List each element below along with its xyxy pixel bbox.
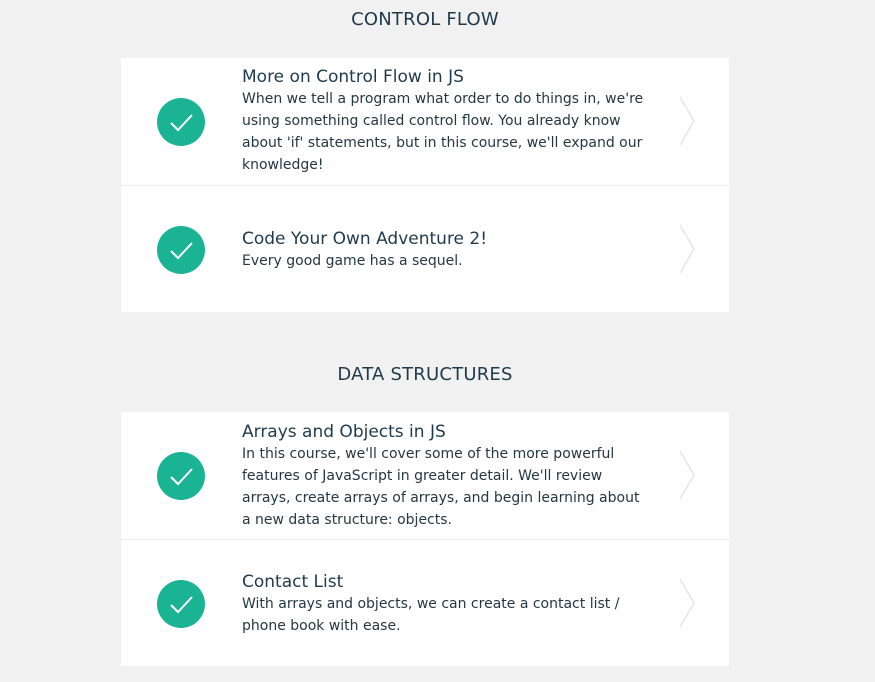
course-list-control-flow: More on Control Flow in JS When we tell …	[121, 58, 729, 312]
chevron-right-icon	[678, 95, 698, 147]
chevron-right-icon	[678, 223, 698, 275]
checkmark-icon	[157, 98, 205, 146]
course-item-adventure-2[interactable]: Code Your Own Adventure 2! Every good ga…	[121, 185, 729, 312]
section-title-data-structures: DATA STRUCTURES	[337, 364, 513, 385]
course-list-data-structures: Arrays and Objects in JS In this course,…	[121, 412, 729, 666]
course-item-control-flow[interactable]: More on Control Flow in JS When we tell …	[121, 58, 729, 185]
course-item-title: More on Control Flow in JS	[242, 67, 464, 87]
section-title-control-flow: CONTROL FLOW	[351, 9, 499, 30]
course-item-title: Arrays and Objects in JS	[242, 422, 446, 442]
course-item-arrays-objects[interactable]: Arrays and Objects in JS In this course,…	[121, 412, 729, 539]
checkmark-icon	[157, 226, 205, 274]
course-item-description: When we tell a program what order to do …	[242, 91, 644, 173]
checkmark-icon	[157, 452, 205, 500]
course-item-description: With arrays and objects, we can create a…	[242, 596, 620, 634]
course-item-title: Contact List	[242, 572, 344, 592]
checkmark-icon	[157, 580, 205, 628]
chevron-right-icon	[678, 577, 698, 629]
course-item-contact-list[interactable]: Contact List With arrays and objects, we…	[121, 539, 729, 666]
chevron-right-icon	[678, 449, 698, 501]
course-item-title: Code Your Own Adventure 2!	[242, 229, 488, 249]
course-item-description: In this course, we'll cover some of the …	[242, 446, 640, 528]
course-item-description: Every good game has a sequel.	[242, 253, 463, 269]
